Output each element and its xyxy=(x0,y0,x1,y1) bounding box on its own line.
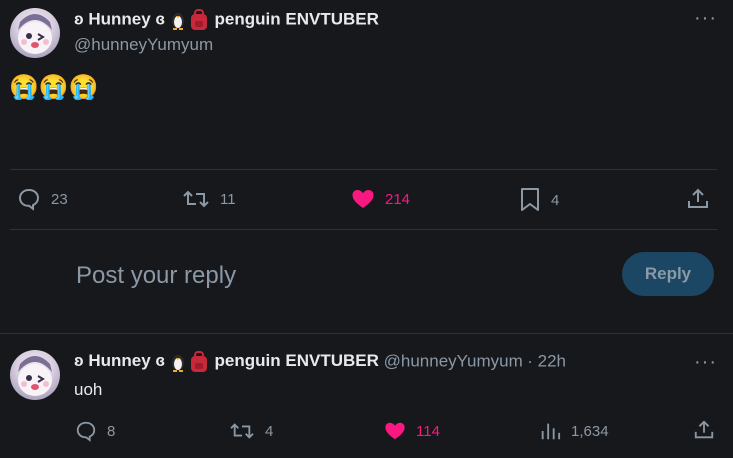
reply-header: ʚ Hunney ɞ penguin ENVTUBER @hunneyYumyu… xyxy=(74,351,566,373)
retweet-icon xyxy=(230,423,254,439)
retweet-count: 11 xyxy=(220,190,236,208)
share-icon xyxy=(694,420,714,439)
display-name-prefix: ʚ Hunney ɞ xyxy=(74,351,166,371)
emoji-badges xyxy=(170,9,210,31)
reply-count: 8 xyxy=(107,422,116,440)
emoji-badges xyxy=(170,351,210,373)
share-icon xyxy=(688,188,708,208)
reply-bubble-icon xyxy=(76,421,96,442)
divider xyxy=(10,229,717,230)
like-count: 114 xyxy=(416,422,440,440)
display-name-suffix: penguin ENVTUBER xyxy=(214,351,379,371)
reply-bubble-icon xyxy=(18,188,40,211)
retweet-icon xyxy=(183,190,209,208)
avatar-image xyxy=(18,14,52,54)
reply-action[interactable]: 8 xyxy=(75,420,115,442)
more-dots-icon[interactable]: ··· xyxy=(694,352,717,372)
divider xyxy=(10,169,717,170)
tweet-text: 😭😭😭 xyxy=(9,74,99,101)
penguin-icon xyxy=(171,355,184,372)
views-action[interactable]: 1,634 xyxy=(539,420,609,442)
more-dots-icon[interactable]: ··· xyxy=(694,8,717,28)
backpack-icon xyxy=(190,9,207,30)
handle[interactable]: @hunneyYumyum xyxy=(384,351,523,370)
heart-filled-icon xyxy=(352,190,374,208)
avatar[interactable] xyxy=(10,8,60,58)
display-name[interactable]: ʚ Hunney ɞ penguin ENVTUBER xyxy=(74,351,384,373)
reply-input[interactable]: Post your reply xyxy=(76,262,236,290)
like-action[interactable]: 114 xyxy=(384,420,440,442)
reply-count: 23 xyxy=(51,190,68,208)
retweet-action[interactable]: 4 xyxy=(229,420,273,442)
bookmark-action[interactable]: 4 xyxy=(519,187,559,213)
share-action[interactable] xyxy=(693,419,715,441)
reply-action[interactable]: 23 xyxy=(17,187,68,211)
backpack-icon xyxy=(190,351,207,372)
avatar-image xyxy=(18,356,52,396)
retweet-action[interactable]: 11 xyxy=(182,187,236,211)
handle[interactable]: @hunneyYumyum xyxy=(74,35,213,55)
timestamp[interactable]: · 22h xyxy=(527,351,566,370)
retweet-count: 4 xyxy=(265,422,274,440)
like-action[interactable]: 214 xyxy=(351,187,410,211)
display-name-prefix: ʚ Hunney ɞ xyxy=(74,9,166,29)
divider xyxy=(0,333,733,334)
heart-filled-icon xyxy=(385,422,405,440)
share-action[interactable] xyxy=(686,187,710,211)
analytics-icon xyxy=(541,423,561,440)
bookmark-icon xyxy=(521,188,539,211)
reply-text: uoh xyxy=(74,380,103,399)
bookmark-count: 4 xyxy=(551,191,560,209)
display-name[interactable]: ʚ Hunney ɞ penguin ENVTUBER xyxy=(74,9,379,31)
views-count: 1,634 xyxy=(571,422,609,440)
like-count: 214 xyxy=(385,190,411,208)
display-name-suffix: penguin ENVTUBER xyxy=(214,9,379,29)
reply-button[interactable]: Reply xyxy=(622,252,714,296)
avatar[interactable] xyxy=(10,350,60,400)
penguin-icon xyxy=(171,13,184,30)
